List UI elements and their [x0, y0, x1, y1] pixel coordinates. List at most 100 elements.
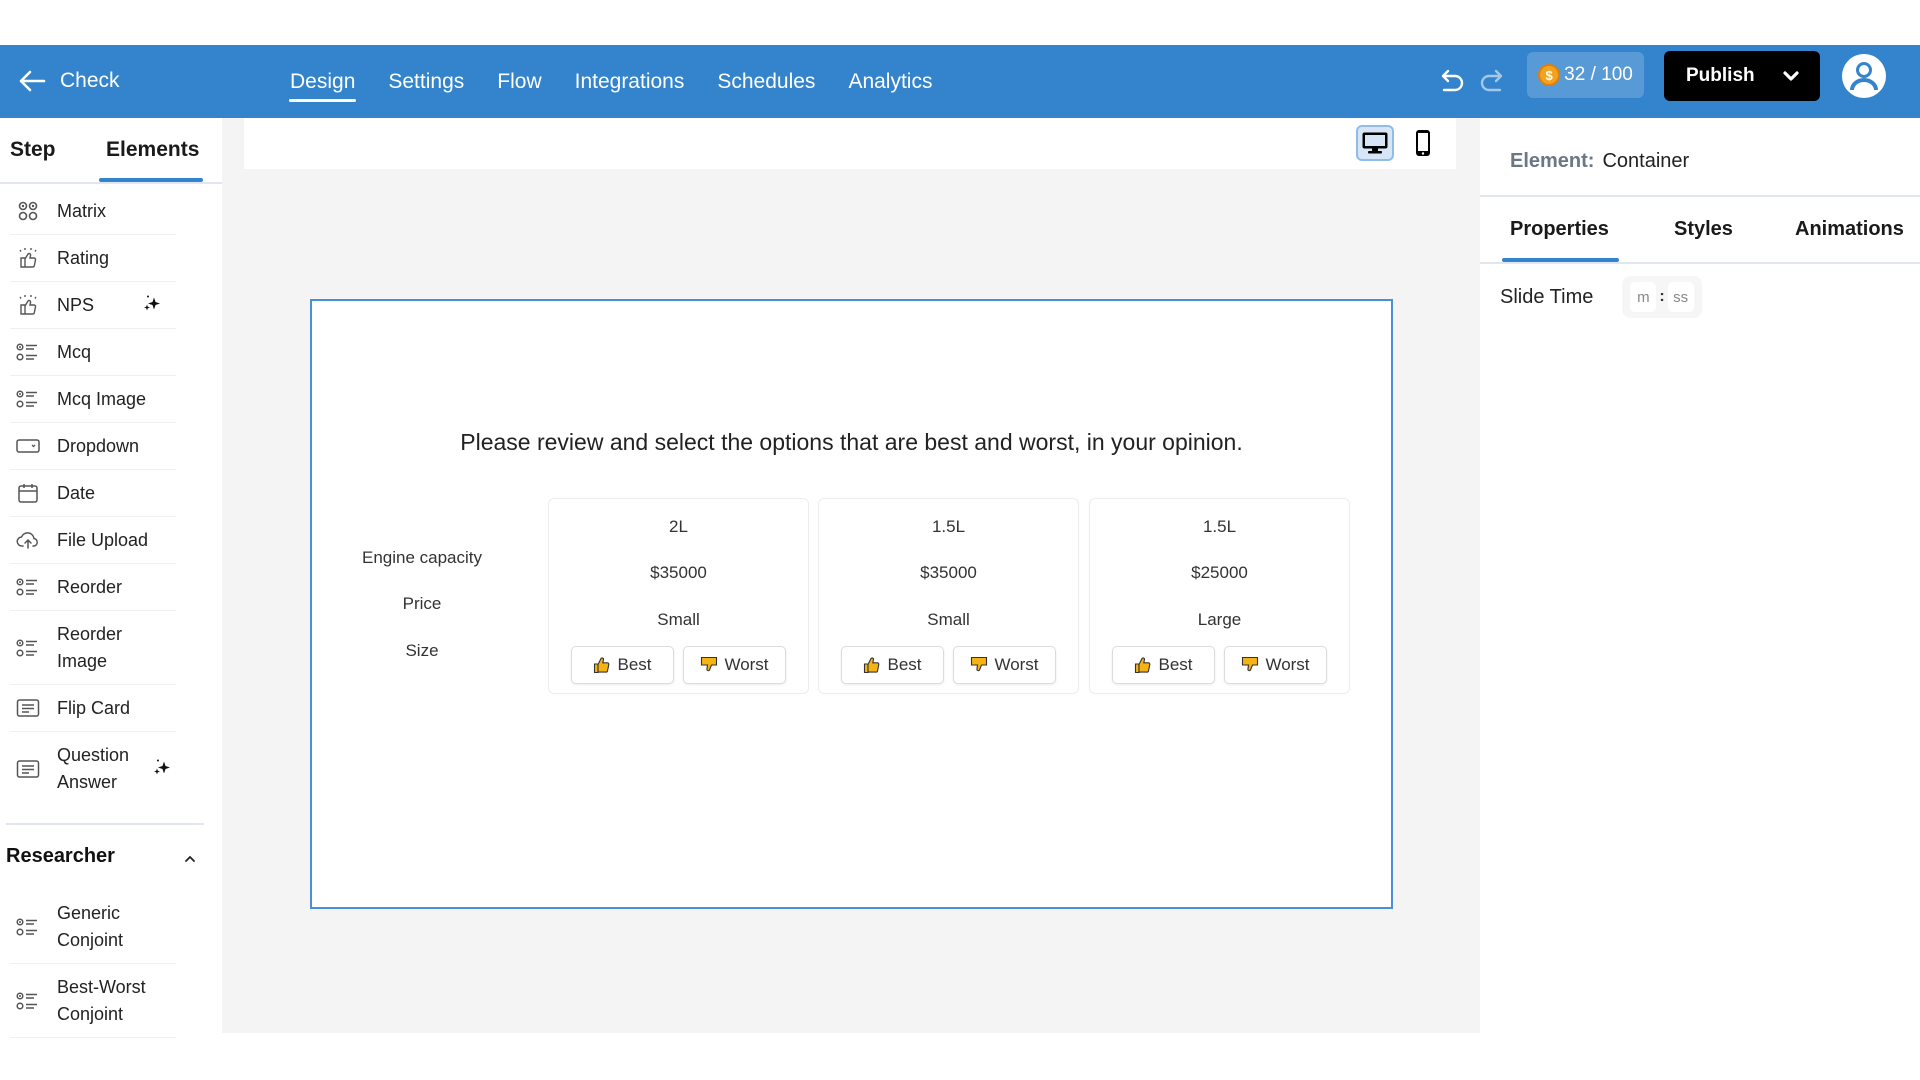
- seconds-input[interactable]: [1667, 282, 1694, 312]
- canvas-toolbar: [244, 118, 1456, 169]
- worst-label: Worst: [724, 655, 769, 674]
- nav-settings[interactable]: Settings: [388, 64, 464, 100]
- chevron-up-icon[interactable]: [184, 851, 196, 869]
- back-button[interactable]: Check: [18, 61, 120, 101]
- element-mcq-image[interactable]: Mcq Image: [10, 376, 176, 423]
- tab-elements[interactable]: Elements: [106, 138, 199, 162]
- divider: [1480, 195, 1920, 197]
- element-label: Date: [57, 482, 96, 503]
- slide-time-input: :: [1622, 276, 1702, 318]
- researcher-section-title[interactable]: Researcher: [6, 845, 115, 868]
- tab-step[interactable]: Step: [10, 138, 56, 162]
- survey-container[interactable]: Please review and select the options tha…: [310, 299, 1393, 909]
- nps-icon: [10, 294, 46, 316]
- element-matrix[interactable]: Matrix: [10, 188, 176, 235]
- mobile-icon: [1416, 130, 1430, 156]
- best-label: Best: [617, 655, 652, 674]
- option-value: Large: [1197, 610, 1242, 629]
- best-button[interactable]: Best: [841, 646, 944, 684]
- divider: [1480, 262, 1920, 264]
- active-tab-indicator: [99, 178, 203, 182]
- option-value: Small: [657, 610, 700, 629]
- nav-integrations[interactable]: Integrations: [575, 64, 685, 100]
- main-nav: Design Settings Flow Integrations Schedu…: [288, 45, 965, 118]
- element-label: Matrix: [57, 200, 106, 221]
- dropdown-icon: [10, 438, 46, 454]
- coin-icon: $: [1538, 64, 1561, 86]
- list-icon: [10, 991, 46, 1011]
- option-value: Small: [927, 610, 970, 629]
- slide-time-label: Slide Time: [1500, 286, 1594, 308]
- worst-button[interactable]: Worst: [683, 646, 786, 684]
- mobile-view-button[interactable]: [1412, 127, 1434, 159]
- left-sidebar: Step Elements Matrix Rating NPS Mcq Mcq …: [0, 118, 222, 1038]
- element-dropdown[interactable]: Dropdown: [10, 423, 176, 470]
- nav-analytics[interactable]: Analytics: [848, 64, 932, 100]
- element-best-worst-conjoint[interactable]: Best-Worst Conjoint: [10, 964, 176, 1038]
- option-card: 2L $35000 Small Best Worst: [548, 498, 809, 694]
- element-label: Generic Conjoint: [57, 902, 124, 950]
- worst-label: Worst: [994, 655, 1039, 674]
- thumbs-down-icon: [701, 656, 718, 672]
- element-label: File Upload: [57, 529, 149, 550]
- tab-animations[interactable]: Animations: [1795, 218, 1904, 241]
- element-date[interactable]: Date: [10, 470, 176, 517]
- chevron-down-icon[interactable]: [1780, 65, 1802, 87]
- list-icon: [10, 917, 46, 937]
- element-label: Question Answer: [57, 745, 130, 792]
- tab-styles[interactable]: Styles: [1674, 218, 1733, 241]
- credits-badge[interactable]: $ 32 / 100: [1527, 52, 1644, 98]
- cloud-upload-icon: [10, 530, 46, 550]
- credits-count: 32 / 100: [1564, 64, 1633, 85]
- element-reorder[interactable]: Reorder: [10, 564, 176, 611]
- best-button[interactable]: Best: [1112, 646, 1215, 684]
- top-bar: Check Design Settings Flow Integrations …: [0, 45, 1920, 118]
- publish-button[interactable]: Publish: [1664, 51, 1820, 101]
- option-value: $35000: [650, 563, 707, 582]
- project-name: Check: [60, 69, 120, 92]
- undo-button[interactable]: [1440, 65, 1466, 95]
- element-file-upload[interactable]: File Upload: [10, 517, 176, 564]
- thumbs-up-icon: [864, 657, 880, 674]
- element-nps[interactable]: NPS: [10, 282, 176, 329]
- option-value: 1.5L: [931, 517, 966, 536]
- redo-icon: [1480, 69, 1503, 92]
- nav-design[interactable]: Design: [288, 64, 357, 102]
- worst-button[interactable]: Worst: [1224, 646, 1327, 684]
- list-icon: [10, 638, 46, 658]
- card-icon: [10, 759, 46, 779]
- design-canvas: Please review and select the options tha…: [222, 118, 1480, 1033]
- element-generic-conjoint[interactable]: Generic Conjoint: [10, 890, 176, 964]
- list-icon: [10, 342, 46, 362]
- desktop-icon: [1362, 132, 1388, 154]
- publish-label: Publish: [1686, 65, 1755, 86]
- section-divider: [6, 823, 204, 825]
- element-reorder-image[interactable]: Reorder Image: [10, 611, 176, 685]
- user-avatar[interactable]: [1840, 52, 1888, 100]
- option-value: 1.5L: [1202, 517, 1237, 536]
- element-label: Reorder Image: [57, 623, 123, 671]
- element-value: Container: [1602, 150, 1690, 172]
- element-mcq[interactable]: Mcq: [10, 329, 176, 376]
- list-icon: [10, 577, 46, 597]
- best-label: Best: [887, 655, 922, 674]
- attribute-label: Price: [402, 594, 442, 613]
- option-value: $25000: [1191, 563, 1248, 582]
- element-rating[interactable]: Rating: [10, 235, 176, 282]
- ai-sparkle-icon: [142, 293, 162, 318]
- nav-schedules[interactable]: Schedules: [717, 64, 815, 100]
- tab-properties[interactable]: Properties: [1510, 218, 1609, 241]
- list-icon: [10, 389, 46, 409]
- element-label: Dropdown: [57, 435, 140, 456]
- worst-button[interactable]: Worst: [953, 646, 1056, 684]
- element-label: Best-Worst Conjoint: [57, 976, 146, 1024]
- nav-flow[interactable]: Flow: [497, 64, 541, 100]
- element-question-answer[interactable]: Question Answer: [10, 732, 176, 806]
- attribute-label: Engine capacity: [361, 548, 483, 567]
- best-button[interactable]: Best: [571, 646, 674, 684]
- redo-button[interactable]: [1478, 65, 1504, 95]
- element-label: Mcq: [57, 341, 92, 362]
- element-flip-card[interactable]: Flip Card: [10, 685, 176, 732]
- desktop-view-button[interactable]: [1356, 125, 1394, 161]
- minutes-input[interactable]: [1630, 282, 1657, 312]
